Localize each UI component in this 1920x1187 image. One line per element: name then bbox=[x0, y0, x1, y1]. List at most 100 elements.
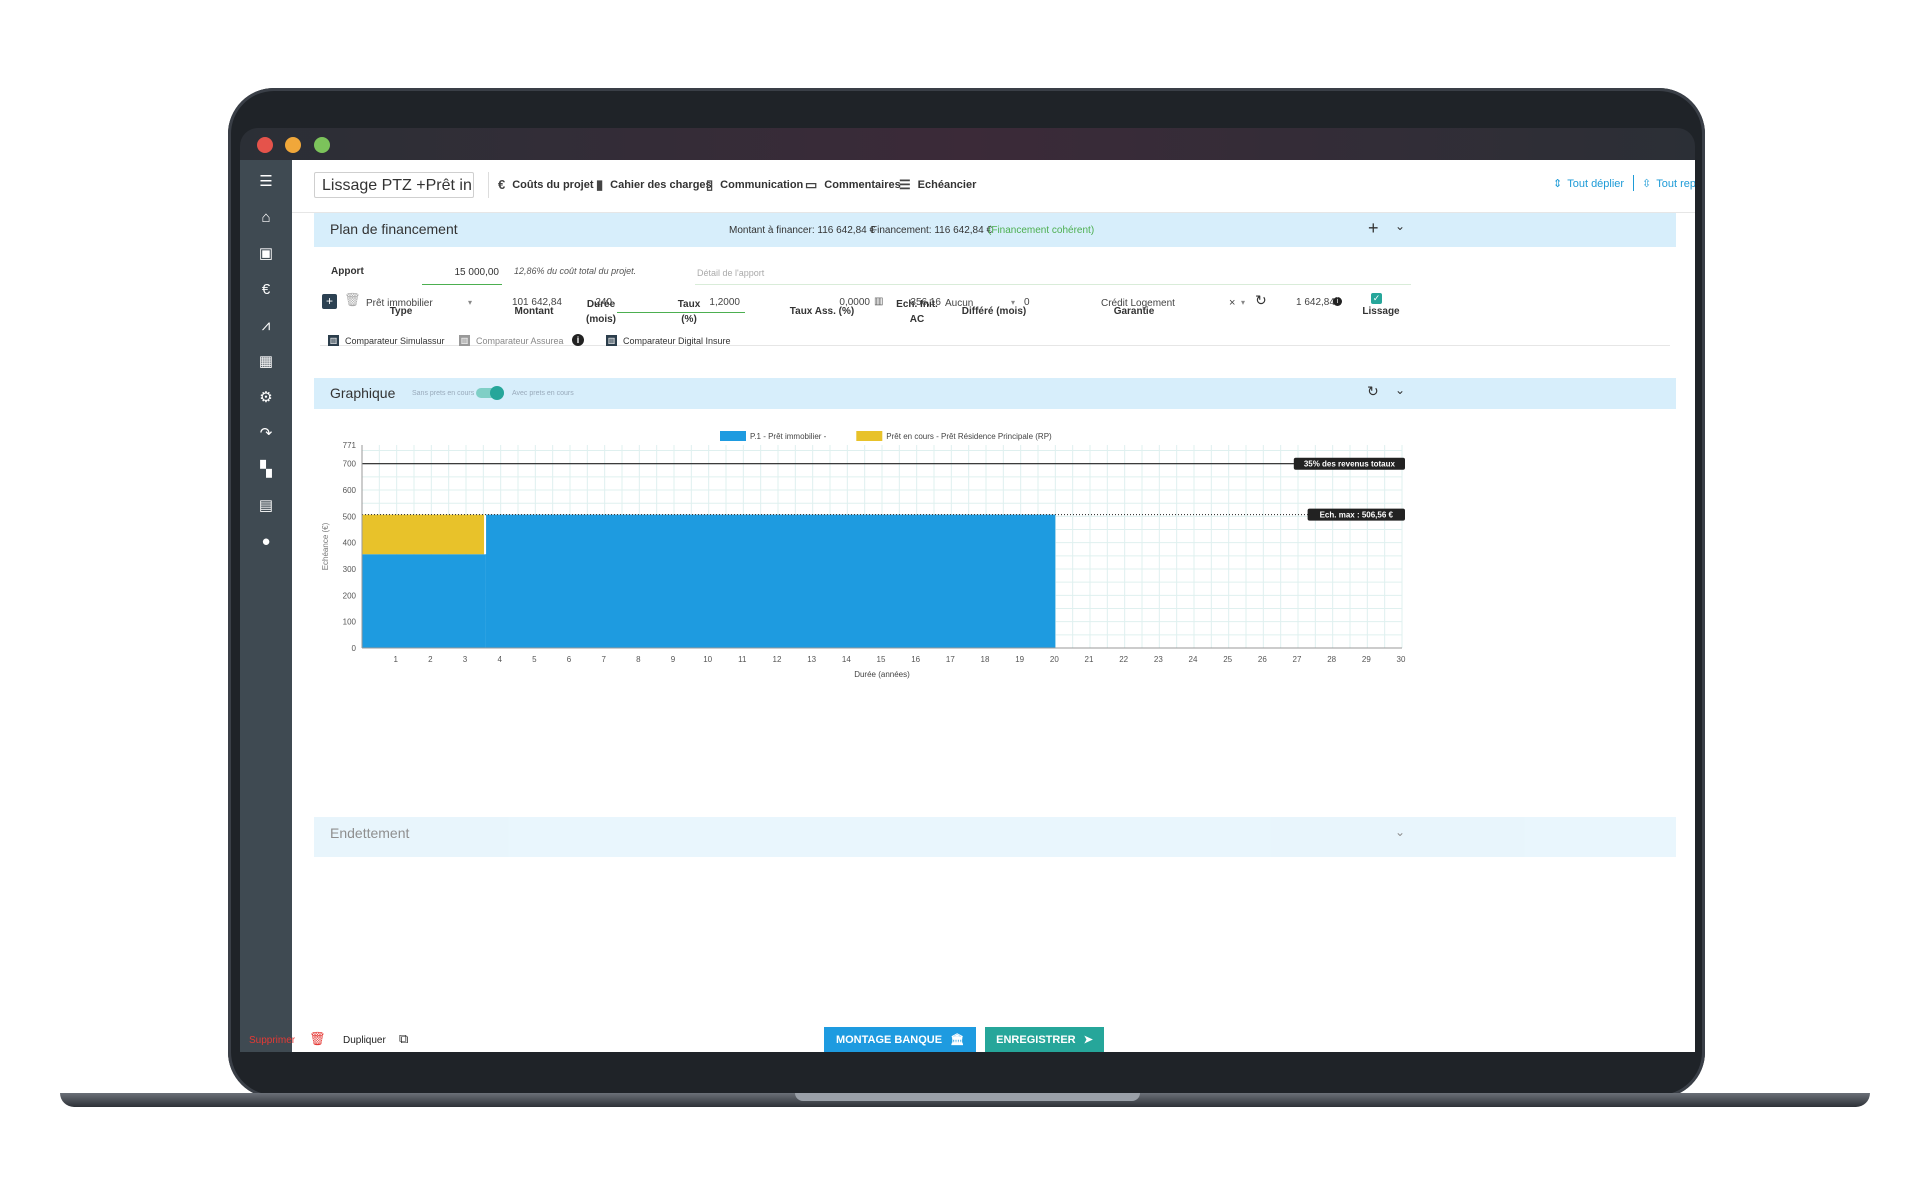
lissage-checkbox[interactable]: ✓ bbox=[1371, 293, 1382, 304]
loan-amount-input[interactable]: 101 642,84 bbox=[492, 297, 562, 308]
clear-icon[interactable]: × bbox=[1229, 297, 1235, 309]
chevron-down-icon[interactable]: ⌄ bbox=[1395, 219, 1405, 233]
comparator-label: Comparateur Simulassur bbox=[345, 335, 445, 346]
collapse-all-button[interactable]: ⇳ Tout replier bbox=[1642, 177, 1695, 191]
x-tick-label: 12 bbox=[773, 655, 782, 664]
copy-icon[interactable]: ⧉ bbox=[399, 1031, 408, 1047]
chart-trend-icon[interactable]: ⩘ bbox=[256, 316, 276, 336]
x-tick-label: 25 bbox=[1223, 655, 1232, 664]
legend-swatch bbox=[856, 431, 883, 441]
y-tick-label: 100 bbox=[343, 618, 357, 627]
loans-toggle[interactable] bbox=[476, 386, 504, 400]
caret-down-icon: ▾ bbox=[468, 298, 473, 307]
apport-underline bbox=[422, 284, 502, 285]
button-label: ENREGISTRER bbox=[996, 1033, 1076, 1046]
trash-icon[interactable]: 🗑 bbox=[344, 292, 361, 308]
toolbar-separator bbox=[1633, 175, 1634, 191]
menu-icon[interactable]: ☰ bbox=[256, 172, 276, 192]
document-icon: ▯ bbox=[706, 177, 714, 192]
plus-icon[interactable]: + bbox=[1368, 218, 1379, 239]
maximize-window-dot[interactable] bbox=[314, 137, 330, 153]
apport-label: Apport bbox=[331, 266, 364, 277]
x-tick-label: 14 bbox=[842, 655, 851, 664]
x-tick-label: 15 bbox=[877, 655, 886, 664]
x-tick-label: 20 bbox=[1050, 655, 1059, 664]
y-tick-label: 600 bbox=[343, 486, 357, 495]
list-icon: ☰ bbox=[899, 177, 911, 192]
toolbar: Lissage PTZ +Prêt in € Coûts du projet ▮… bbox=[292, 160, 1695, 213]
close-window-dot[interactable] bbox=[257, 137, 273, 153]
loan-duration-input[interactable]: 240 bbox=[572, 297, 612, 308]
toolbar-commentaires[interactable]: ▭ Commentaires bbox=[805, 177, 901, 193]
comparator-simulassur-button[interactable]: ▥ Comparateur Simulassur bbox=[328, 335, 445, 346]
calculator-icon[interactable]: ▥ bbox=[874, 296, 883, 307]
y-tick-label: 0 bbox=[352, 644, 357, 653]
euro-icon: € bbox=[498, 177, 506, 192]
chart-area-segment bbox=[485, 514, 1056, 648]
x-tick-label: 29 bbox=[1362, 655, 1371, 664]
sidebar: ☰ ⌂ ▣ € ⩘ ▦ ⚙ ↷ ▚ ▤ ● bbox=[240, 160, 292, 1052]
financing-panel-header[interactable]: Plan de financement Montant à financer: … bbox=[314, 213, 1676, 247]
y-tick-label: 200 bbox=[343, 591, 357, 600]
deferral-months-input[interactable]: 0 bbox=[1024, 297, 1030, 308]
calendar-icon[interactable]: ▦ bbox=[256, 352, 276, 372]
minimize-window-dot[interactable] bbox=[285, 137, 301, 153]
lightbulb-icon[interactable]: ● bbox=[256, 532, 276, 552]
x-tick-label: 4 bbox=[497, 655, 502, 664]
bank-montage-button[interactable]: MONTAGE BANQUE 🏛 bbox=[824, 1027, 976, 1052]
insurance-rate-input[interactable]: 0,0000 bbox=[812, 297, 870, 308]
comparator-assurea-button[interactable]: ▥ Comparateur Assurea bbox=[459, 335, 564, 346]
add-row-button[interactable]: + bbox=[322, 294, 337, 309]
panel-title: Plan de financement bbox=[330, 221, 458, 237]
toolbar-couts-projet[interactable]: € Coûts du projet bbox=[498, 177, 594, 192]
bar-chart-icon: ▥ bbox=[459, 335, 470, 346]
toolbar-label: Coûts du projet bbox=[512, 178, 594, 191]
redo-icon[interactable]: ↷ bbox=[256, 424, 276, 444]
loan-type-select[interactable]: Prêt immobilier bbox=[366, 298, 433, 309]
refresh-icon[interactable]: ↻ bbox=[1367, 383, 1379, 400]
euro-icon[interactable]: € bbox=[256, 280, 276, 300]
dashboard-icon[interactable]: ▚ bbox=[256, 460, 276, 480]
x-tick-label: 23 bbox=[1154, 655, 1163, 664]
send-icon: ➤ bbox=[1083, 1034, 1093, 1046]
chevron-down-icon[interactable]: ⌄ bbox=[1395, 383, 1405, 397]
toolbar-label: Communication bbox=[720, 179, 804, 191]
toolbar-communication[interactable]: ▯ Communication bbox=[706, 177, 803, 193]
toolbar-divider bbox=[488, 172, 489, 198]
apport-input[interactable]: 15 000,00 bbox=[422, 267, 500, 278]
save-button[interactable]: ENREGISTRER ➤ bbox=[985, 1027, 1104, 1052]
refresh-icon[interactable]: ↻ bbox=[1255, 292, 1267, 309]
x-tick-label: 1 bbox=[393, 655, 398, 664]
info-icon[interactable]: i bbox=[572, 334, 584, 346]
y-tick-label: 400 bbox=[343, 539, 357, 548]
expand-all-button[interactable]: ⇕ Tout déplier bbox=[1553, 177, 1625, 191]
book-open-icon[interactable]: ▤ bbox=[256, 496, 276, 516]
loan-rate-input[interactable]: 1,2000 bbox=[672, 297, 740, 308]
contact-card-icon[interactable]: ▣ bbox=[256, 244, 276, 264]
delete-label[interactable]: Supprimer bbox=[249, 1035, 295, 1046]
graph-panel-header[interactable]: Graphique Sans prets en cours Avec prets… bbox=[314, 378, 1676, 409]
guarantee-select[interactable]: Crédit Logement bbox=[1101, 298, 1175, 309]
x-tick-label: 30 bbox=[1397, 655, 1406, 664]
comparator-digital-insure-button[interactable]: ▥ Comparateur Digital Insure bbox=[606, 335, 731, 346]
toolbar-cahier-charges[interactable]: ▮ Cahier des charges bbox=[596, 177, 712, 193]
trash-icon[interactable]: 🗑 bbox=[309, 1031, 326, 1047]
expand-all-label: Tout déplier bbox=[1567, 177, 1625, 190]
legend-label: Prêt en cours - Prêt Résidence Principal… bbox=[886, 432, 1052, 441]
y-tick-label: 500 bbox=[343, 512, 357, 521]
gear-icon[interactable]: ⚙ bbox=[256, 388, 276, 408]
deferral-type-select[interactable]: Aucun bbox=[945, 298, 973, 309]
toolbar-echeancier[interactable]: ☰ Echéancier bbox=[899, 177, 976, 193]
apport-detail-input[interactable]: Détail de l'apport bbox=[697, 268, 764, 278]
project-title-input[interactable]: Lissage PTZ +Prêt in bbox=[314, 172, 474, 198]
x-tick-label: 28 bbox=[1327, 655, 1336, 664]
legend-swatch bbox=[720, 431, 746, 441]
financing-total: Financement: 116 642,84 € bbox=[871, 225, 993, 236]
debt-panel-header[interactable]: Endettement ⌄ bbox=[314, 817, 1676, 857]
comparator-label: Comparateur Digital Insure bbox=[623, 335, 731, 346]
home-icon[interactable]: ⌂ bbox=[256, 208, 276, 228]
duplicate-label[interactable]: Dupliquer bbox=[343, 1035, 386, 1046]
info-icon[interactable]: i bbox=[1333, 297, 1342, 306]
chevron-down-icon[interactable]: ⌄ bbox=[1395, 825, 1405, 839]
comparator-label: Comparateur Assurea bbox=[476, 335, 564, 346]
